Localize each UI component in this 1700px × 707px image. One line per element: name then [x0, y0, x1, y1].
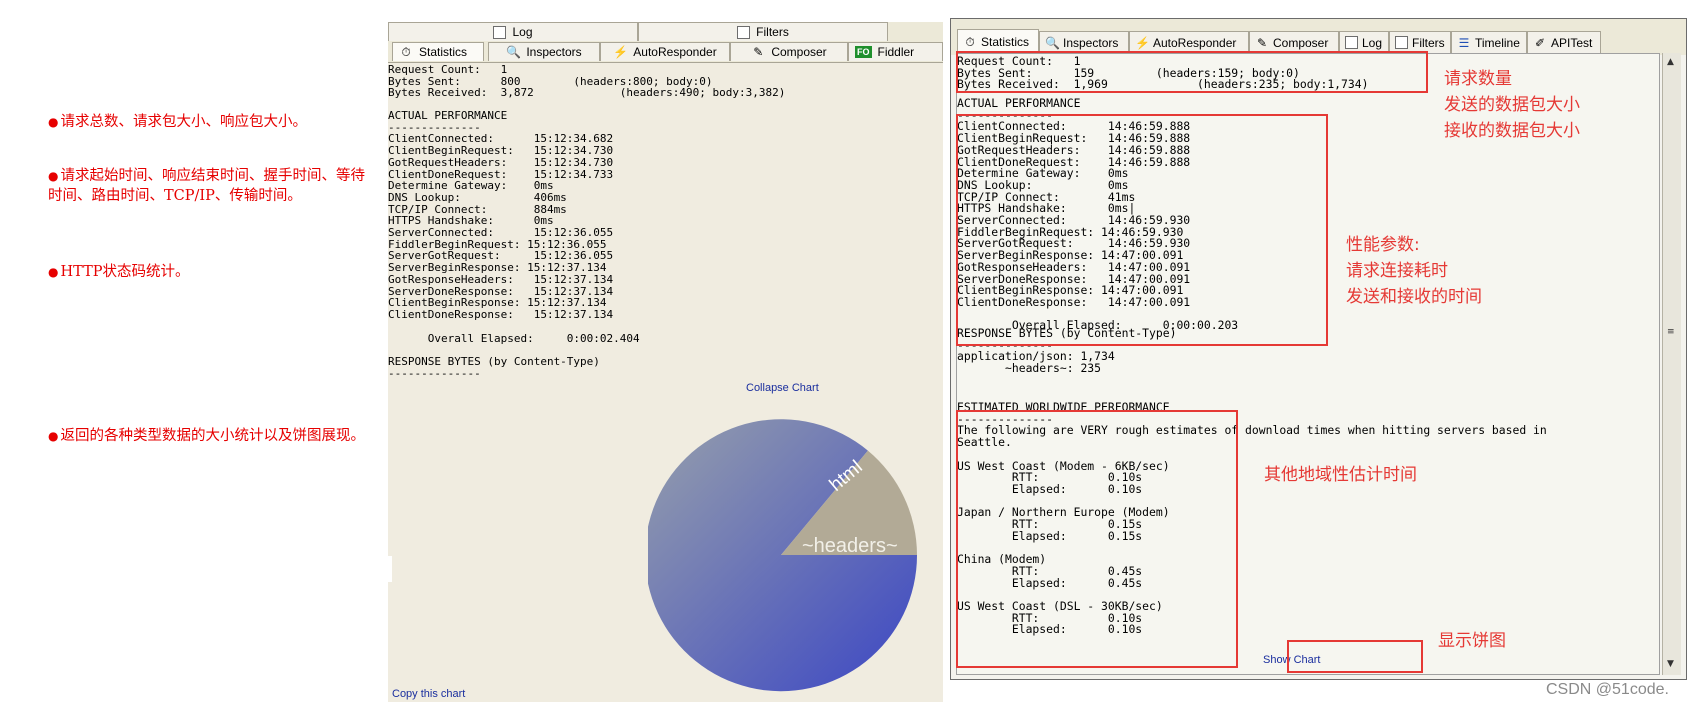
tab-apitest[interactable]: ✐ APITest: [1527, 31, 1601, 53]
response-bytes-text: RESPONSE BYTES (by Content-Type) -------…: [388, 355, 600, 380]
annotation-box-request: [956, 51, 1428, 93]
tab-row-main: ⏱ Statistics 🔍 Inspectors ⚡ AutoResponder ✎…: [388, 42, 943, 63]
stopwatch-icon: ⏱: [965, 35, 975, 49]
summary-text: Request Count: 1 Bytes Sent: 800 (header…: [388, 63, 786, 100]
note-item: ● HTTP状态码统计。: [48, 264, 190, 280]
note-item: ● 请求总数、请求包大小、响应包大小。: [48, 114, 307, 130]
checkbox-icon: [737, 25, 751, 39]
tab-statistics[interactable]: ⏱ Statistics: [392, 42, 484, 61]
edge-gap: [388, 556, 392, 582]
tab-inspectors[interactable]: 🔍 Inspectors: [1039, 31, 1129, 53]
scroll-down-icon[interactable]: ▼: [1667, 659, 1674, 669]
checkbox-icon: [1395, 36, 1408, 49]
tab-inspectors[interactable]: 🔍 Inspectors: [488, 42, 600, 61]
tab-autoresponder[interactable]: ⚡ AutoResponder: [1129, 31, 1249, 53]
collapse-chart-link[interactable]: Collapse Chart: [746, 382, 819, 394]
response-bytes-pie-chart: html ~headers~: [648, 419, 917, 692]
fiddler-orchestra-icon: FO: [855, 46, 872, 58]
tab-fiddler[interactable]: FO Fiddler: [848, 42, 943, 61]
annotation-box-performance: [956, 114, 1328, 346]
note-text: 请求总数、请求包大小、响应包大小。: [60, 114, 307, 130]
tab-timeline[interactable]: ☰ Timeline: [1451, 31, 1527, 53]
annotation-performance: 性能参数: 请求连接耗时 发送和接收的时间: [1346, 235, 1482, 307]
annotation-box-pie: [1287, 640, 1423, 673]
tab-row-top: Log Filters: [388, 22, 943, 43]
note-item: ● 请求起始时间、响应结束时间、握手时间、等待时间、路由时间、TCP/IP、传输时…: [48, 168, 365, 204]
lightning-icon: ⚡: [613, 45, 629, 59]
pencil-icon: ✎: [1256, 35, 1268, 50]
tab-composer[interactable]: ✎ Composer: [730, 42, 848, 61]
tab-composer[interactable]: ✎ Composer: [1249, 31, 1339, 53]
note-text: 返回的各种类型数据的大小统计以及饼图展现。: [60, 428, 365, 444]
annotation-box-regional: [956, 410, 1238, 668]
magnifier-icon: 🔍: [506, 45, 522, 59]
overall-elapsed-text: Overall Elapsed: 0:00:02.404: [388, 332, 640, 345]
api-test-icon: ✐: [1534, 35, 1546, 50]
pie-label-headers: ~headers~: [802, 535, 898, 557]
annotation-request: 请求数量 发送的数据包大小 接收的数据包大小: [1444, 69, 1580, 141]
vertical-scrollbar[interactable]: ▲ ≡ ▼: [1662, 53, 1681, 675]
watermark: CSDN @51code.: [1546, 681, 1669, 698]
magnifier-icon: 🔍: [1045, 35, 1060, 50]
tab-bar: ⏱ Statistics 🔍 Inspectors ⚡ AutoResponder ✎…: [951, 19, 1686, 55]
lightning-icon: ⚡: [1135, 35, 1150, 50]
tab-log[interactable]: Log: [1339, 31, 1389, 53]
annotation-regional: 其他地域性估计时间: [1264, 465, 1417, 485]
note-text: 请求起始时间、响应结束时间、握手时间、等待时间、路由时间、TCP/IP、传输时间…: [48, 168, 365, 204]
performance-text: ACTUAL PERFORMANCE -------------- Client…: [388, 109, 614, 321]
fiddler-statistics-panel-left: Log Filters ⏱ Statistics 🔍 Inspectors ⚡ Aut…: [388, 22, 943, 702]
tab-filters[interactable]: Filters: [1389, 31, 1451, 53]
note-text: HTTP状态码统计。: [60, 264, 190, 280]
pencil-icon: ✎: [753, 45, 764, 59]
log-icon: [1345, 36, 1358, 49]
note-item: ● 返回的各种类型数据的大小统计以及饼图展现。: [48, 428, 365, 444]
tab-autoresponder[interactable]: ⚡ AutoResponder: [600, 42, 730, 61]
tab-log[interactable]: Log: [388, 22, 638, 41]
log-icon: [493, 25, 507, 39]
copy-chart-link[interactable]: Copy this chart: [392, 688, 465, 700]
tab-filters[interactable]: Filters: [638, 22, 888, 41]
annotation-pie: 显示饼图: [1438, 631, 1506, 651]
scroll-up-icon[interactable]: ▲: [1667, 57, 1674, 67]
scroll-grip-icon: ≡: [1667, 327, 1675, 337]
timeline-icon: ☰: [1458, 35, 1470, 50]
stopwatch-icon: ⏱: [401, 45, 411, 59]
